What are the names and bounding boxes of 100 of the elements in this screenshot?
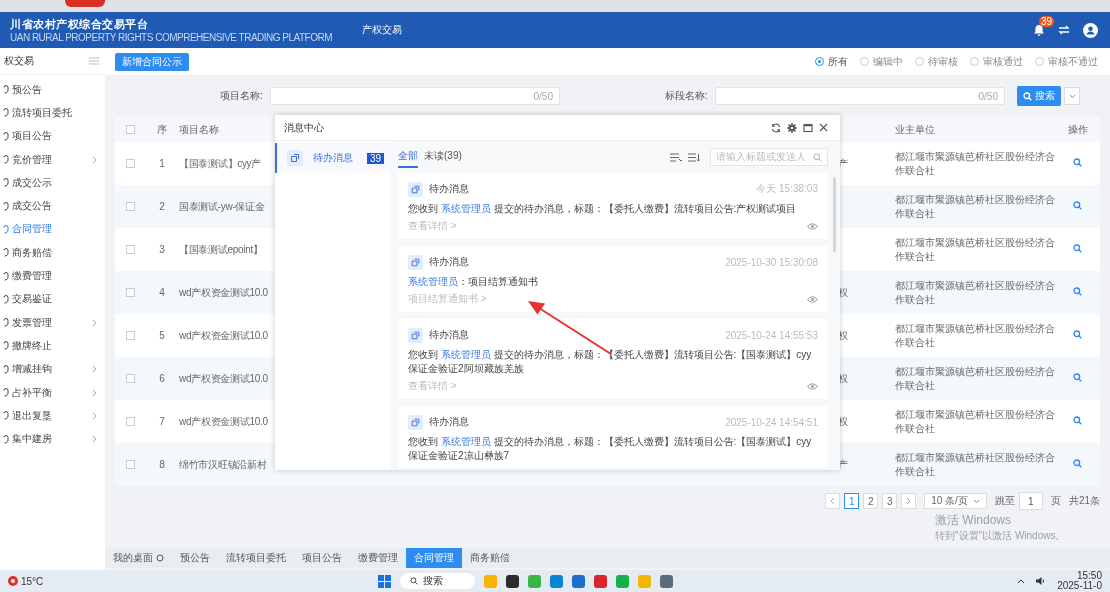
sender-link[interactable]: 系统管理员 (408, 276, 458, 287)
page-tab[interactable]: 我的桌面 (105, 548, 172, 568)
sort-icon[interactable] (688, 152, 700, 162)
circle-icon (156, 554, 164, 562)
message-category[interactable]: 待办消息 39 (275, 143, 390, 173)
row-checkbox[interactable] (125, 159, 135, 168)
table-cell: 权 (838, 371, 848, 386)
column-header: 序 (157, 122, 167, 137)
table-cell: 都江堰市聚源镇芭桥社区股份经济合作联合社 (895, 364, 1055, 393)
jump-page-field[interactable]: 1 (1018, 492, 1043, 510)
start-icon[interactable] (378, 574, 391, 588)
search-icon[interactable] (813, 152, 822, 162)
search-icon (1023, 91, 1032, 101)
search-icon[interactable] (1073, 158, 1082, 167)
previous-page-button[interactable] (825, 493, 841, 509)
user-icon[interactable] (1083, 22, 1098, 38)
bell-icon[interactable] (1033, 23, 1045, 37)
maximize-icon[interactable] (803, 122, 813, 133)
page-size-select[interactable]: 10 条/页 (924, 493, 987, 509)
swap-icon[interactable] (1058, 25, 1070, 35)
search-icon[interactable] (1073, 201, 1082, 210)
count-badge: 39 (366, 152, 384, 164)
hook-icon (3, 224, 9, 234)
page-button[interactable]: 3 (882, 493, 898, 509)
page-button[interactable]: 2 (863, 493, 879, 509)
message-time: 2025-10-30 15:30:08 (725, 256, 818, 268)
search-icon[interactable] (1073, 330, 1082, 339)
sort-icon[interactable] (670, 152, 682, 162)
sidebar-item[interactable]: 集中建房 (0, 427, 105, 451)
row-checkbox[interactable] (125, 460, 135, 469)
sidebar-item[interactable]: 交易鉴证 (0, 287, 105, 311)
row-checkbox[interactable] (125, 202, 135, 211)
message-icon (408, 254, 423, 270)
sidebar-item[interactable]: 撤牌终止 (0, 334, 105, 358)
status-radio[interactable]: 所有 (815, 54, 848, 69)
filter-tab[interactable]: 未读(39) (424, 146, 462, 168)
chevron-down-icon (972, 498, 980, 504)
search-icon[interactable] (1073, 244, 1082, 253)
page-tab[interactable]: 预公告 (172, 548, 218, 568)
table-cell: wd产权资金测试10.0 (179, 371, 268, 386)
message-time: 今天 15:38:03 (756, 182, 818, 196)
page-button[interactable]: 1 (844, 493, 860, 509)
page-tab[interactable]: 缴费管理 (350, 548, 406, 568)
scrollbar[interactable] (833, 177, 836, 252)
sidebar-item[interactable]: 占补平衡 (0, 380, 105, 405)
message-type: 待办消息 (429, 415, 469, 429)
status-radio[interactable]: 编辑中 (860, 54, 903, 69)
table-cell: 【国泰测试epoint】 (179, 242, 263, 257)
sidebar-item[interactable]: 成交公示 (0, 171, 105, 195)
search-icon[interactable] (1073, 416, 1082, 425)
sidebar-item[interactable]: 合同管理 (0, 217, 105, 242)
eye-icon[interactable] (807, 295, 818, 303)
jump-label: 跳至 (994, 494, 1015, 508)
taskbar-search-field[interactable]: 搜索 (400, 573, 475, 589)
status-radio[interactable]: 审核通过 (970, 54, 1023, 69)
app-icon[interactable] (506, 574, 519, 588)
dialog-title: 消息中心 (284, 120, 324, 135)
field-label: 项目名称: (220, 89, 264, 103)
select-all-checkbox[interactable] (125, 125, 135, 134)
table-cell: 5 (159, 330, 165, 341)
search-icon[interactable] (1073, 373, 1082, 382)
next-page-button[interactable] (901, 493, 917, 509)
search-icon[interactable] (1073, 459, 1082, 468)
page-tab[interactable]: 流转项目委托 (218, 548, 294, 568)
sender-link[interactable]: 系统管理员 (440, 203, 491, 214)
sidebar-item[interactable]: 流转项目委托 (0, 101, 105, 125)
hook-icon (3, 108, 9, 118)
sidebar-item[interactable]: 项目公告 (0, 124, 105, 148)
row-checkbox[interactable] (125, 417, 135, 426)
sidebar-item[interactable]: 预公告 (0, 78, 105, 102)
status-radio[interactable]: 待审核 (915, 54, 958, 69)
sidebar-item[interactable]: 商务赔偿 (0, 241, 105, 265)
eye-icon[interactable] (807, 382, 818, 390)
weather-icon[interactable] (8, 576, 18, 586)
eye-icon[interactable] (807, 222, 818, 230)
nav-link[interactable]: 产权交易 (362, 23, 403, 37)
table-cell: 8 (159, 459, 165, 470)
settings-icon[interactable] (787, 122, 797, 133)
row-checkbox[interactable] (125, 288, 135, 297)
search-icon[interactable] (1073, 287, 1082, 296)
close-icon[interactable] (819, 123, 828, 132)
sidebar-item[interactable]: 成交公告 (0, 194, 105, 218)
table-cell: 都江堰市聚源镇芭桥社区股份经济合作联合社 (895, 192, 1055, 221)
row-checkbox[interactable] (125, 331, 135, 340)
chevron-up-icon[interactable] (1017, 578, 1026, 584)
sidebar-item[interactable]: 退出复垦 (0, 404, 105, 428)
page-tab[interactable]: 项目公告 (294, 548, 350, 568)
browser-tab[interactable] (65, 0, 105, 7)
refresh-icon[interactable] (771, 122, 781, 133)
row-checkbox[interactable] (125, 374, 135, 383)
page-tab[interactable]: 商务赔偿 (462, 548, 518, 568)
sidebar-item[interactable]: 增减挂钩 (0, 357, 105, 381)
sender-link[interactable]: 系统管理员 (440, 349, 491, 360)
status-radio[interactable]: 审核不通过 (1035, 54, 1098, 69)
sidebar-item[interactable]: 竞价管理 (0, 147, 105, 172)
sidebar-item[interactable]: 缴费管理 (0, 264, 105, 288)
sender-link[interactable]: 系统管理员 (440, 436, 491, 447)
sidebar-item[interactable]: 发票管理 (0, 310, 105, 335)
row-checkbox[interactable] (125, 245, 135, 254)
filter-tab[interactable]: 全部 (398, 146, 418, 168)
